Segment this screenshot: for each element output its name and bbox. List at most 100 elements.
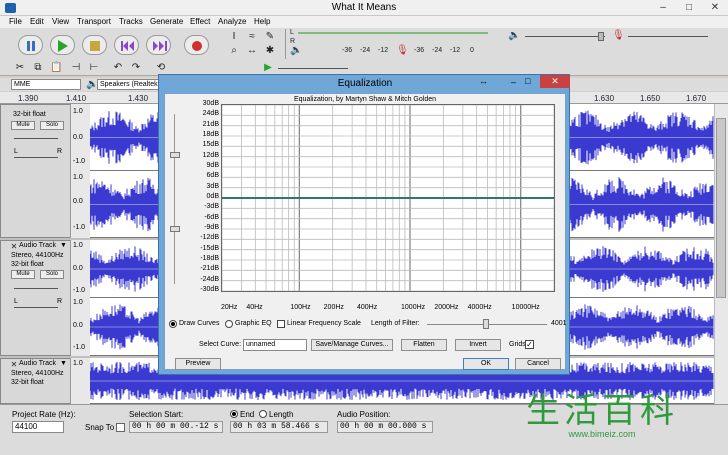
meter-left-label: L (290, 29, 294, 36)
record-volume-slider[interactable] (628, 36, 708, 37)
frequency-axis: 20Hz 40Hz 100Hz 200Hz 400Hz 1000Hz 2000Hz 4000H… (221, 304, 555, 314)
menu-help[interactable]: Help (254, 17, 270, 26)
copy-icon[interactable]: ⧉ (32, 62, 44, 73)
grids-checkbox[interactable]: ✓ (525, 340, 534, 349)
menu-effect[interactable]: Effect (190, 17, 210, 26)
selection-start-field[interactable]: 00 h 00 m 00.-12 s (129, 421, 223, 433)
dialog-minimize-button[interactable]: – (511, 77, 516, 87)
snap-to-checkbox[interactable] (116, 423, 125, 432)
linear-frequency-checkbox[interactable] (277, 320, 285, 328)
menu-file[interactable]: File (9, 17, 22, 26)
zoom-tool-icon[interactable]: ⌕ (228, 45, 240, 56)
menu-generate[interactable]: Generate (150, 17, 183, 26)
equalization-dialog: Equalization ↔ – □ ✕ Equalization, by Ma… (158, 74, 570, 375)
db-tick-label: -9dB (204, 224, 219, 231)
play-icon (58, 40, 68, 52)
menu-edit[interactable]: Edit (30, 17, 44, 26)
multi-tool-icon[interactable]: ✱ (264, 45, 276, 56)
minimize-button[interactable]: – (650, 0, 676, 16)
skip-to-end-button[interactable] (146, 35, 171, 55)
solo-button[interactable]: Solo (40, 121, 64, 130)
preview-button[interactable]: Preview (175, 358, 221, 370)
play-speed-slider[interactable] (278, 68, 348, 69)
audio-position-field[interactable]: 00 h 00 m 00.000 s (337, 421, 433, 433)
track-menu-arrow-icon[interactable]: ▼ (60, 242, 67, 249)
playback-meter[interactable]: L R (285, 29, 495, 59)
ruler-tick-label: 1.390 (18, 94, 39, 103)
mute-button[interactable]: Mute (11, 270, 35, 279)
db-tick-label: 6dB (206, 172, 219, 180)
project-rate-select[interactable]: 44100 (12, 421, 64, 433)
undo-icon[interactable]: ↶ (112, 62, 124, 73)
track-name-menu[interactable]: Audio Track (19, 360, 56, 367)
sync-lock-icon[interactable]: ⟲ (155, 62, 167, 73)
pan-slider[interactable] (14, 307, 58, 308)
trim-icon[interactable]: ⊣ (70, 62, 82, 73)
menu-analyze[interactable]: Analyze (218, 17, 246, 26)
paste-icon[interactable]: 📋 (50, 62, 62, 73)
cut-icon[interactable]: ✂ (14, 62, 26, 73)
curve-select[interactable]: unnamed (243, 339, 307, 351)
window-title: What It Means (331, 2, 397, 13)
selection-tool-icon[interactable]: I (228, 31, 240, 42)
draw-curves-radio[interactable] (169, 320, 177, 328)
scale-label: 1.0 (73, 360, 83, 367)
menu-transport[interactable]: Transport (77, 17, 111, 26)
solo-button[interactable]: Solo (40, 270, 64, 279)
scrollbar-thumb[interactable] (716, 118, 726, 298)
min-db-slider-thumb[interactable] (170, 226, 180, 232)
draw-tool-icon[interactable]: ✎ (264, 31, 276, 42)
select-curve-label: Select Curve: (199, 341, 242, 348)
stop-button[interactable] (82, 35, 107, 55)
menu-tracks[interactable]: Tracks (119, 17, 143, 26)
flatten-button[interactable]: Flatten (401, 339, 447, 351)
gain-slider[interactable] (14, 138, 58, 139)
pan-right-label: R (57, 298, 63, 305)
play-at-speed-icon[interactable]: ▶ (262, 62, 274, 73)
cancel-button[interactable]: Cancel (515, 358, 561, 370)
graphic-eq-label: Graphic EQ (235, 320, 272, 327)
record-button[interactable] (184, 35, 209, 55)
dialog-maximize-button[interactable]: □ (525, 76, 530, 86)
pause-button[interactable] (18, 35, 43, 55)
envelope-tool-icon[interactable]: ≈ (246, 31, 258, 42)
end-radio-label: End (240, 410, 255, 419)
eq-graph[interactable] (221, 104, 555, 292)
mute-button[interactable]: Mute (11, 121, 35, 130)
filter-length-thumb[interactable] (483, 319, 489, 329)
ruler-tick-label: 1.650 (640, 94, 661, 103)
track-menu-arrow-icon[interactable]: ▼ (60, 360, 67, 367)
draw-curves-label: Draw Curves (179, 320, 220, 327)
volume-icon: 🔈 (508, 30, 521, 41)
gain-slider[interactable] (14, 288, 58, 289)
redo-icon[interactable]: ↷ (130, 62, 142, 73)
pan-slider[interactable] (14, 157, 58, 158)
eq-grid (221, 104, 555, 292)
meter-scale-label: -24 (432, 47, 443, 54)
invert-button[interactable]: Invert (455, 339, 501, 351)
close-button[interactable]: ✕ (702, 0, 728, 16)
play-button[interactable] (50, 35, 75, 55)
length-radio[interactable] (259, 410, 267, 418)
dialog-close-button[interactable]: ✕ (540, 75, 570, 88)
silence-icon[interactable]: ⊢ (88, 62, 100, 73)
scale-label: 0.0 (73, 265, 83, 272)
maximize-button[interactable]: □ (676, 0, 702, 16)
volume-slider-thumb[interactable] (598, 32, 604, 41)
snap-to-label: Snap To (85, 423, 115, 432)
timeshift-tool-icon[interactable]: ↔ (246, 45, 258, 56)
audio-host-select[interactable]: MME (11, 79, 81, 90)
selection-end-field[interactable]: 00 h 03 m 58.466 s (230, 421, 328, 433)
graphic-eq-radio[interactable] (225, 320, 233, 328)
ok-button[interactable]: OK (463, 358, 509, 370)
playback-volume-slider[interactable] (525, 36, 605, 37)
selection-start-label: Selection Start: (129, 410, 184, 419)
end-radio[interactable] (230, 410, 238, 418)
menu-view[interactable]: View (52, 17, 69, 26)
skip-to-start-button[interactable] (114, 35, 139, 55)
track-name-menu[interactable]: Audio Track (19, 242, 56, 249)
stop-icon (90, 41, 100, 51)
max-db-slider-thumb[interactable] (170, 152, 180, 158)
output-device-select[interactable]: Speakers (Realtek (97, 79, 161, 90)
save-manage-curves-button[interactable]: Save/Manage Curves... (311, 339, 393, 351)
